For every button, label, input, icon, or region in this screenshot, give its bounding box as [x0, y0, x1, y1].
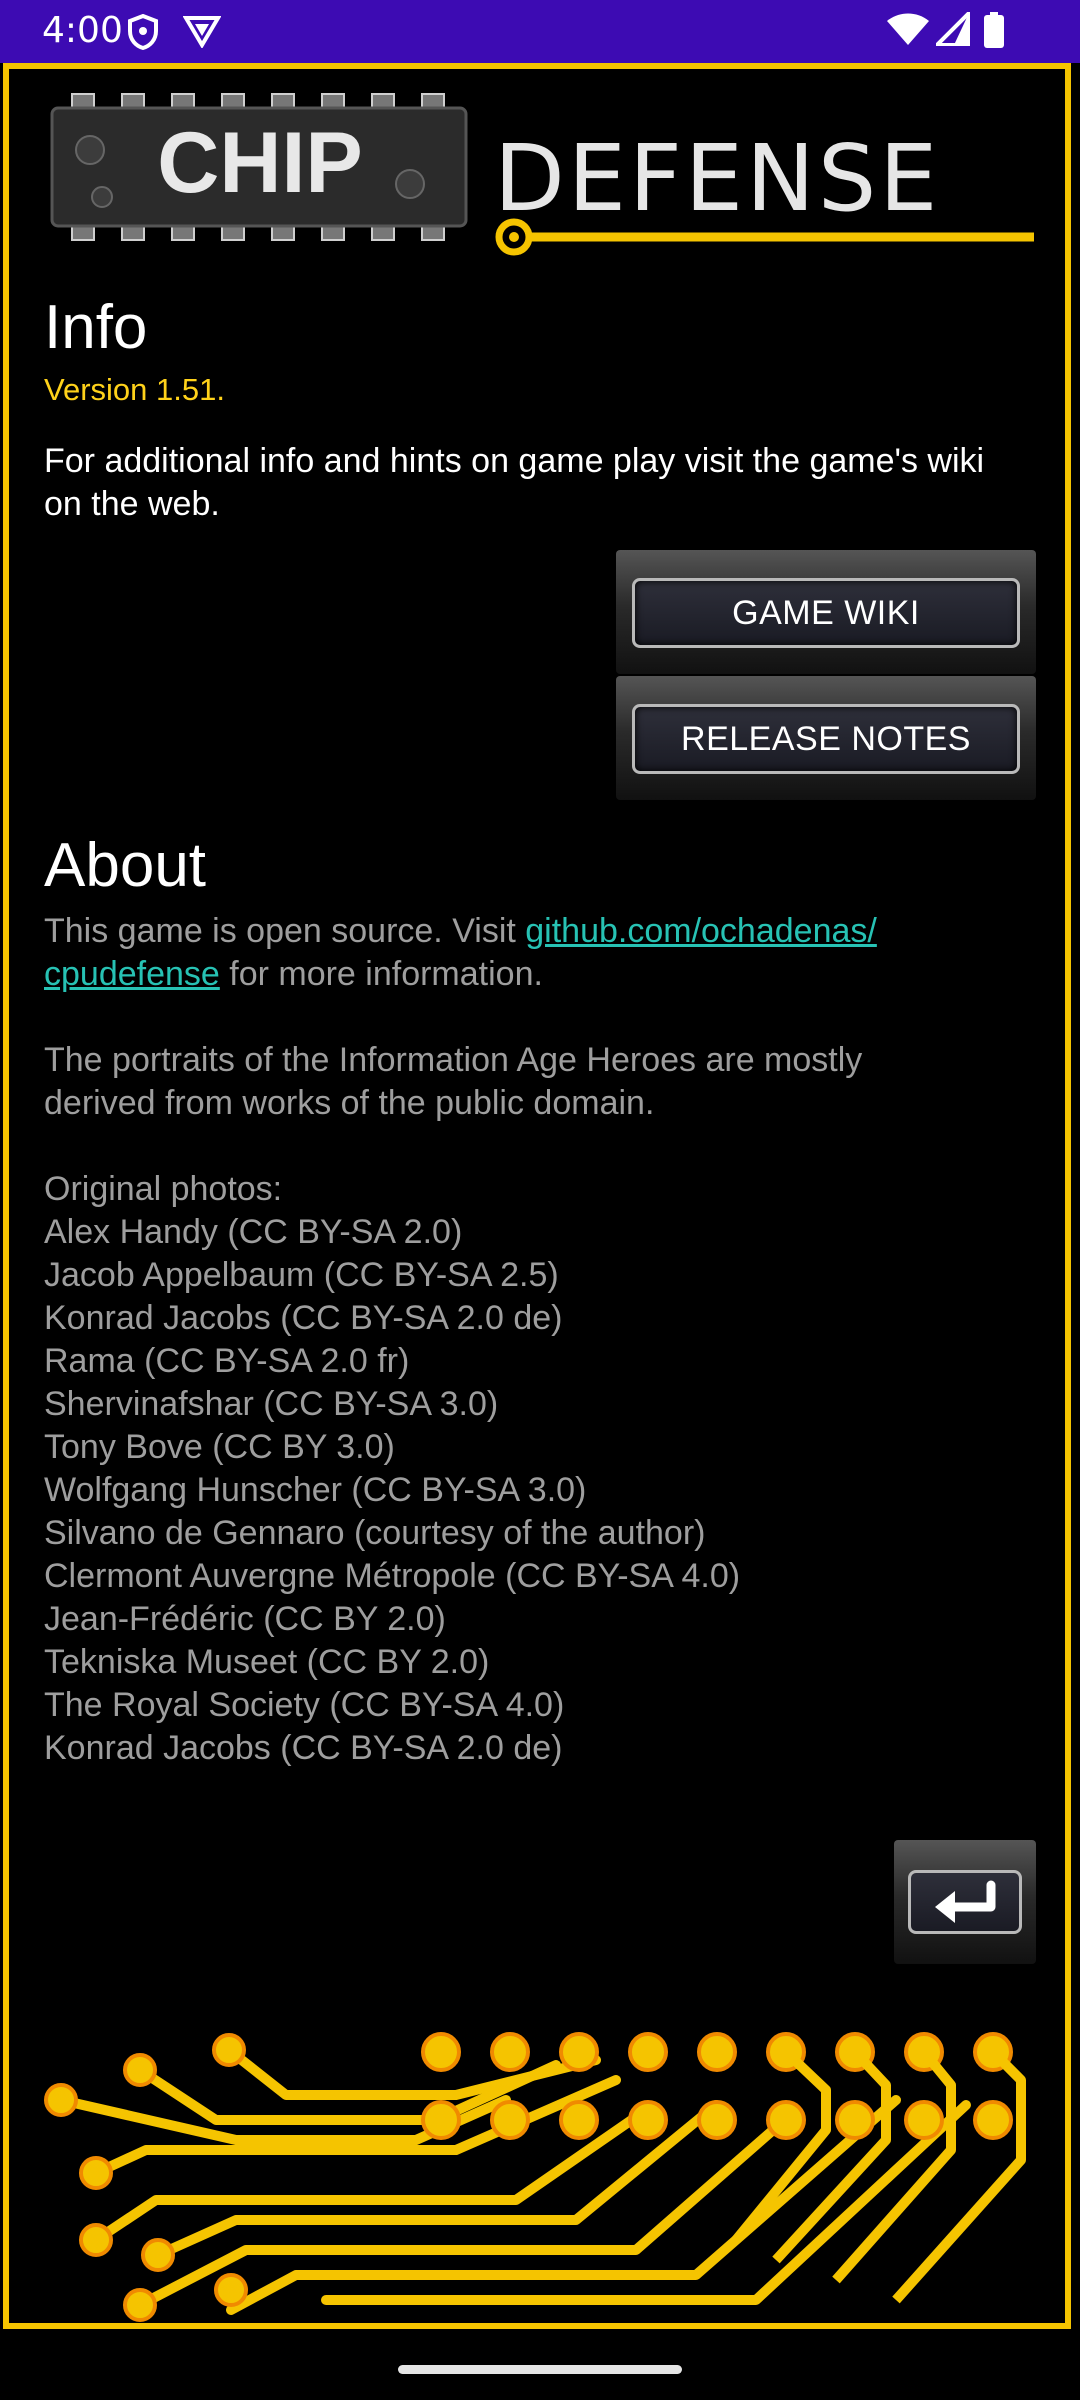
status-bar: 4:00: [0, 0, 1080, 63]
about-heading: About: [44, 831, 207, 900]
about-intro-after: for more information.: [219, 955, 543, 993]
photo-credit: Shervinafshar (CC BY-SA 3.0): [44, 1385, 499, 1423]
circuit-decoration: [36, 2010, 1036, 2335]
chip-logo: CHIP: [50, 92, 470, 247]
status-time: 4:00: [42, 10, 123, 51]
photo-credit: Silvano de Gennaro (courtesy of the auth…: [44, 1514, 706, 1552]
wifi-icon: [886, 12, 930, 51]
release-notes-button-frame: RELEASE NOTES: [616, 676, 1036, 800]
photos-title: Original photos:: [44, 1170, 283, 1208]
photo-credit: Jean-Frédéric (CC BY 2.0): [44, 1600, 446, 1638]
release-notes-button[interactable]: RELEASE NOTES: [632, 704, 1020, 774]
photo-credit: Tony Bove (CC BY 3.0): [44, 1428, 395, 1466]
about-text: This game is open source. Visit github.c…: [44, 910, 1044, 1770]
photo-credit: The Royal Society (CC BY-SA 4.0): [44, 1686, 565, 1724]
shield-icon: [127, 13, 159, 55]
home-gesture-handle[interactable]: [398, 2365, 682, 2374]
logo-chip-text: CHIP: [157, 115, 362, 211]
version-text: Version 1.51.: [44, 372, 225, 407]
signal-icon: [932, 8, 971, 51]
game-wiki-button-frame: GAME WIKI: [616, 550, 1036, 674]
photo-credit: Wolfgang Hunscher (CC BY-SA 3.0): [44, 1471, 587, 1509]
game-wiki-button[interactable]: GAME WIKI: [632, 578, 1020, 648]
about-intro-before: This game is open source. Visit: [44, 912, 526, 950]
back-button-frame: [894, 1840, 1036, 1964]
photo-credit: Konrad Jacobs (CC BY-SA 2.0 de): [44, 1729, 563, 1767]
info-text: For additional info and hints on game pl…: [44, 442, 985, 523]
return-arrow-icon: [911, 1880, 1019, 1935]
photo-credit: Tekniska Museet (CC BY 2.0): [44, 1643, 490, 1681]
battery-icon: [984, 12, 1004, 53]
photo-credit: Konrad Jacobs (CC BY-SA 2.0 de): [44, 1299, 563, 1337]
back-button[interactable]: [908, 1870, 1022, 1934]
photo-credit: Rama (CC BY-SA 2.0 fr): [44, 1342, 410, 1380]
vpn-icon: [182, 14, 222, 53]
logo-defense-text: DEFENSE: [494, 125, 940, 232]
photo-credit: Alex Handy (CC BY-SA 2.0): [44, 1213, 463, 1251]
portraits-text: The portraits of the Information Age Her…: [44, 1041, 863, 1122]
defense-logo: DEFENSE: [482, 120, 1042, 275]
info-heading: Info: [44, 293, 148, 362]
photo-credit: Jacob Appelbaum (CC BY-SA 2.5): [44, 1256, 559, 1294]
photo-credit: Clermont Auvergne Métropole (CC BY-SA 4.…: [44, 1557, 741, 1595]
